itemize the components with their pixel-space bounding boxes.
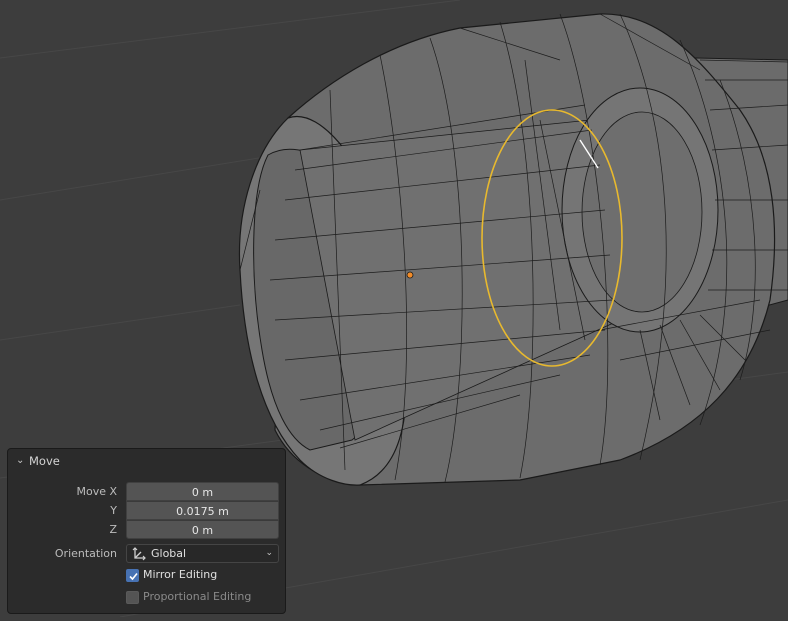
move-z-field[interactable]: 0 m — [126, 520, 279, 539]
operator-panel-header[interactable]: ⌄ Move — [8, 449, 285, 473]
checkbox-checked-icon[interactable] — [126, 569, 139, 582]
move-z-label: Z — [109, 523, 117, 536]
mesh-object[interactable] — [238, 13, 788, 486]
object-origin-dot — [406, 271, 414, 279]
mirror-editing-label: Mirror Editing — [143, 568, 218, 581]
chevron-down-icon: ⌄ — [16, 455, 25, 466]
operator-panel-title: Move — [29, 454, 60, 468]
global-orientation-icon — [132, 547, 146, 564]
proportional-editing-label: Proportional Editing — [143, 590, 252, 603]
move-y-field[interactable]: 0.0175 m — [126, 501, 279, 520]
move-x-label: Move X — [76, 485, 117, 498]
move-x-field[interactable]: 0 m — [126, 482, 279, 501]
operator-panel-move[interactable]: ⌄ Move Move X 0 m Y 0.0175 m Z 0 m Orien… — [7, 448, 286, 614]
checkbox-unchecked-icon[interactable] — [126, 591, 139, 604]
move-y-label: Y — [110, 504, 117, 517]
orientation-dropdown[interactable]: Global ⌄ — [126, 544, 279, 563]
dropdown-arrow-icon: ⌄ — [265, 548, 273, 558]
orientation-label: Orientation — [54, 547, 117, 560]
orientation-value: Global — [151, 547, 187, 560]
